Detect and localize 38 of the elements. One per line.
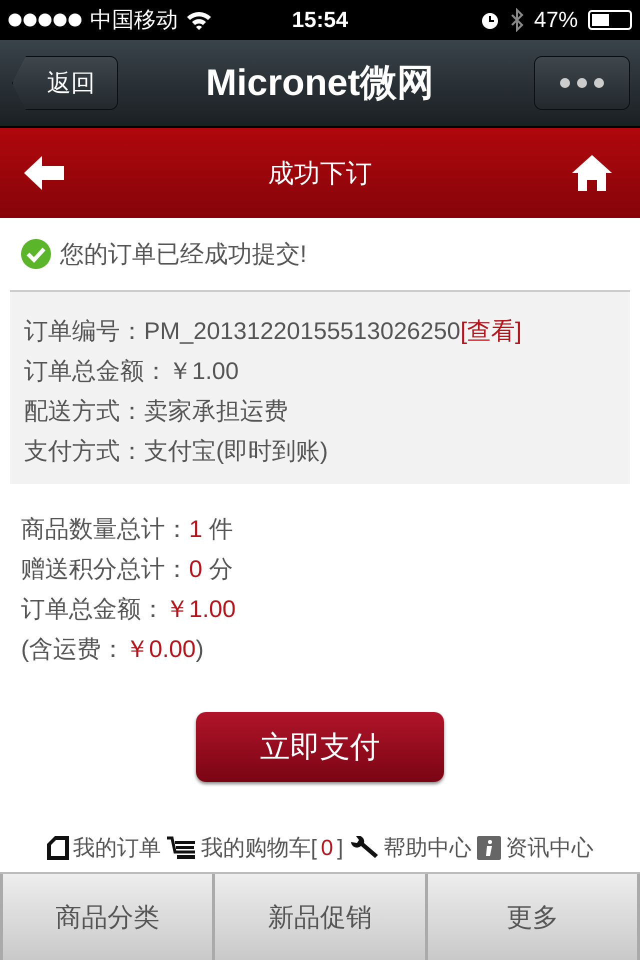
order-info-line: 支付方式：支付宝(即时到账) xyxy=(24,437,329,467)
info-icon xyxy=(477,836,502,860)
carrier-name: 中国移动 xyxy=(90,6,178,34)
tab-button[interactable]: 商品分类 xyxy=(3,874,212,960)
pay-button[interactable]: 立即支付 xyxy=(196,712,444,782)
footer-link[interactable]: 帮助中心 xyxy=(383,833,472,863)
back-button[interactable]: 返回 xyxy=(12,56,118,110)
footer-link[interactable]: 我的订单 xyxy=(72,833,161,863)
more-button[interactable] xyxy=(534,56,630,110)
battery-icon xyxy=(588,10,632,30)
check-icon xyxy=(20,238,52,270)
view-link[interactable]: [查看] xyxy=(460,318,522,345)
summary-line: 订单总金额：￥1.00 xyxy=(21,595,237,625)
summary-line: (含运费：￥0.00) xyxy=(21,635,205,665)
order-info-line: 订单编号：PM_20131220155513026250[查看] xyxy=(24,317,523,347)
back-arrow-icon[interactable] xyxy=(24,156,64,190)
order-info-line: 配送方式：卖家承担运费 xyxy=(24,397,289,427)
home-icon[interactable] xyxy=(572,155,612,191)
document-icon xyxy=(46,836,69,860)
wrench-icon xyxy=(349,836,380,860)
cart-icon xyxy=(166,836,197,860)
signal-icon xyxy=(8,13,82,27)
app-title: Micronet微网 xyxy=(206,62,434,103)
tab-button[interactable]: 更多 xyxy=(428,874,637,960)
bluetooth-icon xyxy=(510,8,524,32)
footer-link[interactable]: 资讯中心 xyxy=(505,833,594,863)
footer-link[interactable]: 我的购物车[ 0 ] xyxy=(200,833,344,863)
summary-line: 赠送积分总计：0 分 xyxy=(21,555,234,585)
wifi-icon xyxy=(186,10,212,30)
success-message: 您的订单已经成功提交! xyxy=(60,240,307,270)
tab-button[interactable]: 新品促销 xyxy=(215,874,425,960)
more-icon xyxy=(560,78,604,88)
page-title: 成功下订 xyxy=(268,156,372,190)
order-info-line: 订单总金额：￥1.00 xyxy=(24,357,240,387)
status-time: 15:54 xyxy=(292,7,348,32)
summary-line: 商品数量总计：1 件 xyxy=(21,515,234,545)
battery-percent: 47% xyxy=(534,7,578,33)
alarm-icon xyxy=(480,10,500,30)
